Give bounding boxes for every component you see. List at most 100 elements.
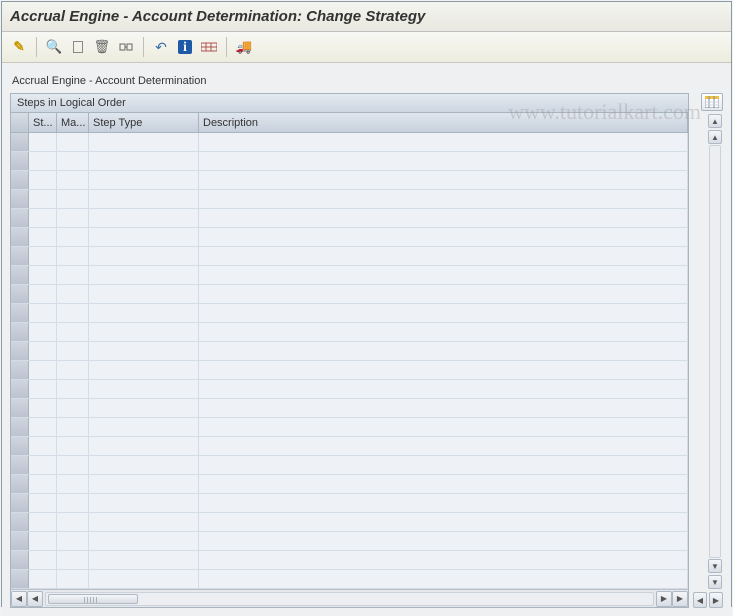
cell-ma[interactable] (57, 152, 89, 170)
cell-step[interactable] (29, 532, 57, 550)
cell-step[interactable] (29, 399, 57, 417)
row-selector[interactable] (11, 418, 29, 436)
configure-columns-button[interactable] (701, 93, 723, 111)
cell-step[interactable] (29, 418, 57, 436)
cell-description[interactable] (199, 342, 688, 360)
vscroll-up-button-2[interactable]: ▲ (708, 130, 722, 144)
cell-step[interactable] (29, 494, 57, 512)
cell-step-type[interactable] (89, 551, 199, 569)
row-selector[interactable] (11, 475, 29, 493)
column-header-step-type[interactable]: Step Type (89, 113, 199, 132)
cell-step-type[interactable] (89, 570, 199, 588)
cell-description[interactable] (199, 456, 688, 474)
column-header-selector[interactable] (11, 113, 29, 132)
cell-step-type[interactable] (89, 418, 199, 436)
cell-step-type[interactable] (89, 171, 199, 189)
row-selector[interactable] (11, 304, 29, 322)
hscroll-left-button[interactable]: ◀ (11, 591, 27, 607)
cell-description[interactable] (199, 266, 688, 284)
cell-ma[interactable] (57, 570, 89, 588)
cell-description[interactable] (199, 285, 688, 303)
cell-ma[interactable] (57, 304, 89, 322)
hscroll-thumb[interactable] (48, 594, 138, 604)
cell-ma[interactable] (57, 399, 89, 417)
cell-step-type[interactable] (89, 285, 199, 303)
vscroll-down-button[interactable]: ▼ (708, 559, 722, 573)
new-button[interactable] (67, 36, 89, 58)
info-button[interactable]: i (174, 36, 196, 58)
row-selector[interactable] (11, 380, 29, 398)
cell-ma[interactable] (57, 342, 89, 360)
cell-description[interactable] (199, 323, 688, 341)
cell-description[interactable] (199, 171, 688, 189)
cell-ma[interactable] (57, 209, 89, 227)
cell-step-type[interactable] (89, 152, 199, 170)
vscroll-down-button-2[interactable]: ▼ (708, 575, 722, 589)
cell-step-type[interactable] (89, 380, 199, 398)
cell-description[interactable] (199, 228, 688, 246)
vscroll-up-button[interactable]: ▲ (708, 114, 722, 128)
cell-description[interactable] (199, 152, 688, 170)
row-selector[interactable] (11, 513, 29, 531)
cell-step[interactable] (29, 190, 57, 208)
cell-step-type[interactable] (89, 228, 199, 246)
back-button[interactable]: ↶ (150, 36, 172, 58)
cell-step[interactable] (29, 475, 57, 493)
cell-description[interactable] (199, 304, 688, 322)
cell-ma[interactable] (57, 247, 89, 265)
row-selector[interactable] (11, 437, 29, 455)
row-selector[interactable] (11, 247, 29, 265)
cell-description[interactable] (199, 494, 688, 512)
cell-step[interactable] (29, 551, 57, 569)
cell-description[interactable] (199, 399, 688, 417)
cell-step-type[interactable] (89, 342, 199, 360)
cell-step[interactable] (29, 171, 57, 189)
cell-step-type[interactable] (89, 532, 199, 550)
cell-step-type[interactable] (89, 399, 199, 417)
cell-step-type[interactable] (89, 437, 199, 455)
hscroll-right-button-2[interactable]: ▶ (672, 591, 688, 607)
column-header-ma[interactable]: Ma... (57, 113, 89, 132)
cell-ma[interactable] (57, 513, 89, 531)
cell-step[interactable] (29, 361, 57, 379)
cell-description[interactable] (199, 380, 688, 398)
cell-description[interactable] (199, 437, 688, 455)
cell-step-type[interactable] (89, 513, 199, 531)
cell-ma[interactable] (57, 190, 89, 208)
cell-description[interactable] (199, 513, 688, 531)
row-selector[interactable] (11, 190, 29, 208)
cell-step-type[interactable] (89, 475, 199, 493)
cell-step-type[interactable] (89, 266, 199, 284)
cell-step-type[interactable] (89, 323, 199, 341)
outer-hscroll-right[interactable]: ▶ (709, 592, 723, 608)
cell-ma[interactable] (57, 456, 89, 474)
cell-ma[interactable] (57, 437, 89, 455)
cell-step[interactable] (29, 380, 57, 398)
cell-step[interactable] (29, 323, 57, 341)
vscroll-track[interactable] (709, 145, 721, 558)
cell-description[interactable] (199, 475, 688, 493)
cell-ma[interactable] (57, 532, 89, 550)
cell-description[interactable] (199, 247, 688, 265)
row-selector[interactable] (11, 532, 29, 550)
row-selector[interactable] (11, 551, 29, 569)
cell-step[interactable] (29, 342, 57, 360)
row-selector[interactable] (11, 285, 29, 303)
edit-button[interactable]: ✎ (8, 36, 30, 58)
cell-step-type[interactable] (89, 209, 199, 227)
cell-ma[interactable] (57, 133, 89, 151)
hscroll-left-button-2[interactable]: ◀ (27, 591, 43, 607)
cell-step[interactable] (29, 570, 57, 588)
row-selector[interactable] (11, 399, 29, 417)
delete-button[interactable]: 🗑 (91, 36, 113, 58)
cell-ma[interactable] (57, 285, 89, 303)
cell-step[interactable] (29, 133, 57, 151)
cell-ma[interactable] (57, 323, 89, 341)
cell-step-type[interactable] (89, 304, 199, 322)
cell-step-type[interactable] (89, 494, 199, 512)
cell-ma[interactable] (57, 361, 89, 379)
row-selector[interactable] (11, 209, 29, 227)
row-selector[interactable] (11, 361, 29, 379)
cell-step-type[interactable] (89, 361, 199, 379)
roles-button[interactable] (198, 36, 220, 58)
